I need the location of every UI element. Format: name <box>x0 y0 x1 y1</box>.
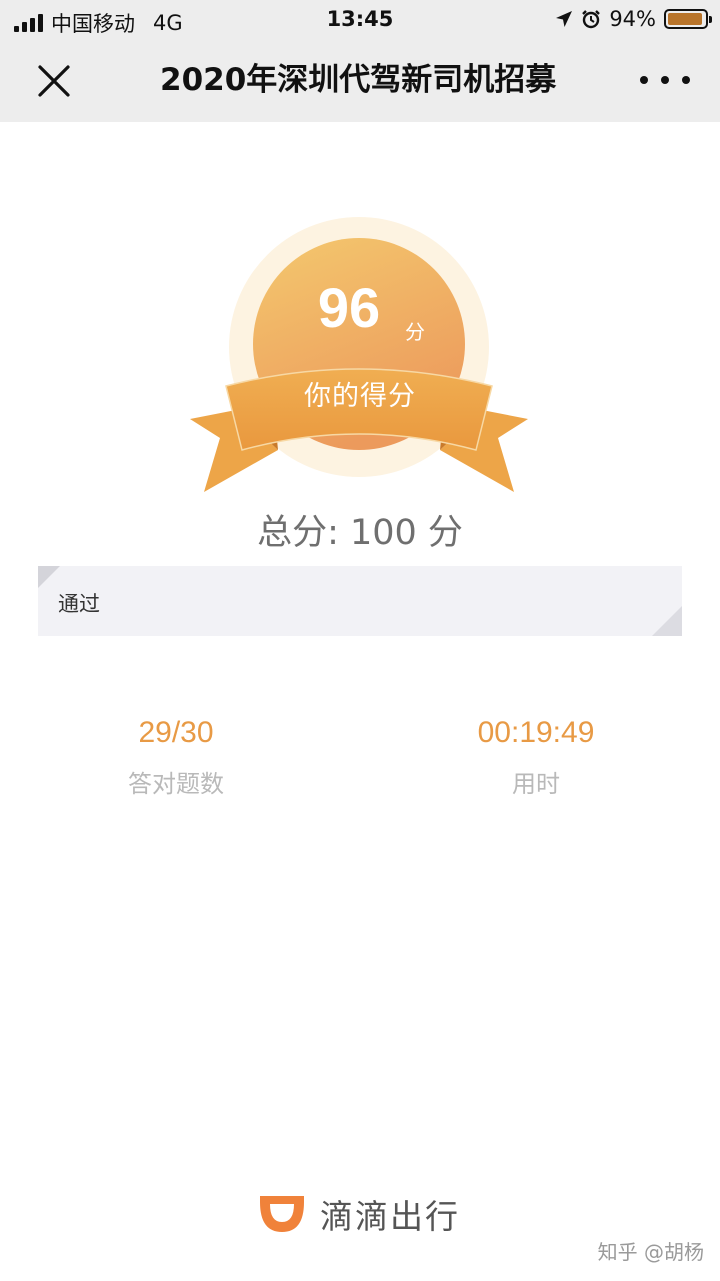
stat-value: 29/30 <box>138 716 214 749</box>
location-arrow-icon <box>556 11 573 27</box>
stat-value: 00:19:49 <box>477 716 595 749</box>
score-medal <box>190 217 528 492</box>
score-label: 你的得分 <box>304 381 416 412</box>
score-unit: 分 <box>405 320 425 344</box>
battery-percent: 94% <box>609 7 656 31</box>
result-status: 通过 <box>58 592 100 616</box>
brand-name: 滴滴出行 <box>320 1197 460 1236</box>
alarm-clock-icon <box>582 10 601 29</box>
watermark: 知乎 @胡杨 <box>597 1240 704 1264</box>
close-button[interactable] <box>30 60 78 102</box>
stat-time-used: 00:19:49 用时 <box>386 716 686 799</box>
result-box: 通过 <box>38 566 682 636</box>
corner-decoration <box>38 566 60 588</box>
more-dots-icon <box>640 76 648 84</box>
close-icon <box>38 65 70 97</box>
stat-correct-answers: 29/30 答对题数 <box>26 716 326 799</box>
nav-bar: 2020年深圳代驾新司机招募 <box>0 40 720 122</box>
total-score: 总分: 100 分 <box>257 513 463 553</box>
score-value: 96 <box>317 276 381 339</box>
more-button[interactable] <box>640 68 690 92</box>
brand-footer: 滴滴出行 <box>256 1190 460 1238</box>
page-title: 2020年深圳代驾新司机招募 <box>160 62 557 98</box>
corner-decoration <box>652 606 682 636</box>
battery-icon <box>664 9 712 29</box>
stat-label: 用时 <box>512 770 560 798</box>
status-right: 94% <box>555 7 712 31</box>
stat-label: 答对题数 <box>128 770 224 798</box>
didi-logo-icon <box>260 1196 304 1232</box>
status-bar: 中国移动 4G 13:45 94% <box>0 0 720 40</box>
